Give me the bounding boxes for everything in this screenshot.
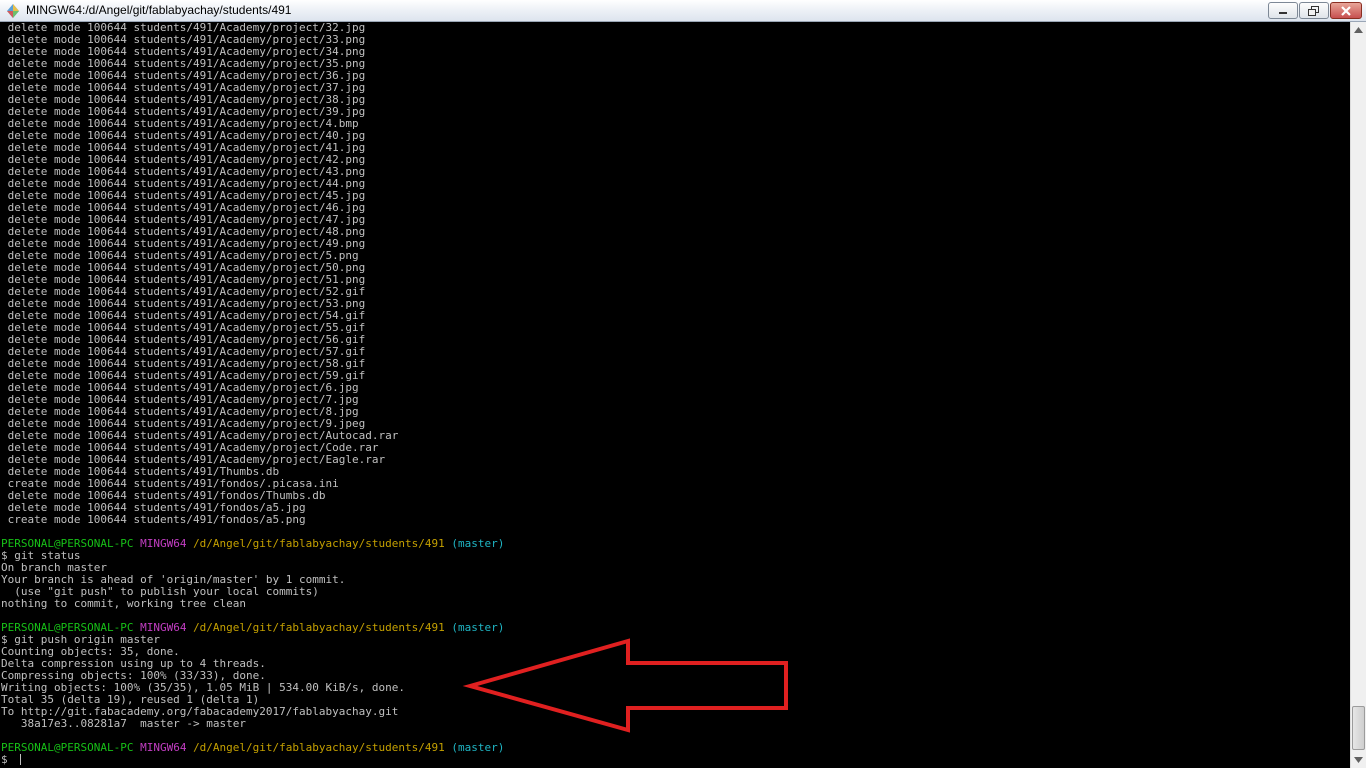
title-bar[interactable]: MINGW64:/d/Angel/git/fablabyachay/studen… [0, 0, 1366, 22]
scroll-up-button[interactable] [1351, 22, 1366, 38]
scroll-down-button[interactable] [1351, 752, 1366, 768]
maximize-icon [1308, 5, 1319, 16]
command-input-line[interactable]: $ [0, 754, 1350, 766]
prompt-branch: (master) [451, 537, 505, 550]
git-output-line: create mode 100644 students/491/fondos/a… [1, 513, 306, 526]
prompt-branch: (master) [451, 741, 505, 754]
scrollbar-thumb[interactable] [1352, 706, 1365, 750]
minimize-icon [1279, 11, 1287, 14]
shell-prompt: PERSONAL@PERSONAL-PC MINGW64 /d/Angel/gi… [0, 538, 1350, 550]
prompt-env: MINGW64 [140, 537, 187, 550]
shell-prompt: PERSONAL@PERSONAL-PC MINGW64 /d/Angel/gi… [0, 742, 1350, 754]
vertical-scrollbar[interactable] [1350, 22, 1366, 768]
window-title: MINGW64:/d/Angel/git/fablabyachay/studen… [26, 3, 292, 17]
shell-prompt: PERSONAL@PERSONAL-PC MINGW64 /d/Angel/gi… [0, 622, 1350, 634]
scroll-down-arrow-icon [1354, 757, 1363, 763]
prompt-user: PERSONAL@PERSONAL-PC [1, 741, 134, 754]
command-line: $ git status [1, 549, 81, 562]
scroll-up-arrow-icon [1354, 27, 1363, 33]
terminal-lines: delete mode 100644 students/491/Academy/… [0, 22, 1350, 766]
status-output-line: nothing to commit, working tree clean [1, 597, 247, 610]
maximize-button[interactable] [1299, 2, 1329, 19]
input-prompt: $ [1, 753, 15, 766]
push-output-line: 38a17e3..08281a7 master -> master [1, 717, 247, 730]
mingw-icon [7, 4, 19, 18]
minimize-button[interactable] [1268, 2, 1298, 19]
prompt-path: /d/Angel/git/fablabyachay/students/491 [193, 537, 445, 550]
prompt-path: /d/Angel/git/fablabyachay/students/491 [193, 741, 445, 754]
close-icon [1341, 5, 1351, 16]
terminal-area[interactable]: delete mode 100644 students/491/Academy/… [0, 22, 1350, 768]
close-button[interactable] [1330, 2, 1362, 19]
prompt-branch: (master) [451, 621, 505, 634]
prompt-env: MINGW64 [140, 741, 187, 754]
text-cursor [20, 754, 22, 765]
command-line: $ git push origin master [1, 633, 160, 646]
prompt-path: /d/Angel/git/fablabyachay/students/491 [193, 621, 445, 634]
